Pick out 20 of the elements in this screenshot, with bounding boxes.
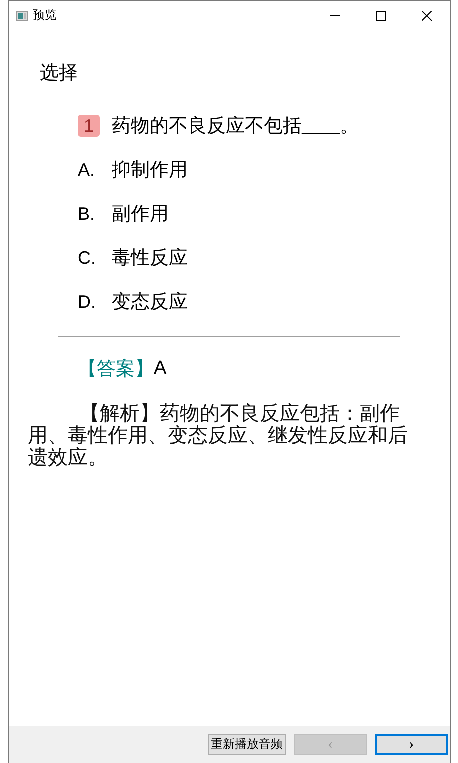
maximize-icon[interactable]	[376, 10, 386, 20]
option-letter: A.	[78, 160, 96, 180]
option-text: 抑制作用	[112, 159, 188, 183]
option-letter: B.	[78, 204, 96, 224]
close-icon[interactable]	[422, 10, 432, 20]
section-title: 选择	[40, 62, 78, 86]
answer-value: A	[154, 358, 167, 380]
option-text: 变态反应	[112, 291, 188, 315]
window-title: 预览	[33, 7, 58, 24]
option-text: 副作用	[112, 203, 169, 227]
question-number: 1	[78, 115, 100, 137]
explanation-text: 【解析】药物的不良反应包括：副作用、毒性作用、变态反应、继发性反应和后遗效应。	[28, 403, 409, 469]
option-letter: D.	[78, 292, 97, 312]
option-letter: C.	[78, 248, 97, 268]
option-text: 毒性反应	[112, 247, 188, 271]
replay-audio-button[interactable]: 重新播放音频	[208, 734, 286, 755]
app-icon	[16, 10, 28, 20]
question-text: 药物的不良反应不包括____。	[112, 115, 359, 139]
answer-label: 【答案】	[78, 358, 154, 382]
next-button[interactable]: ›	[375, 734, 448, 755]
